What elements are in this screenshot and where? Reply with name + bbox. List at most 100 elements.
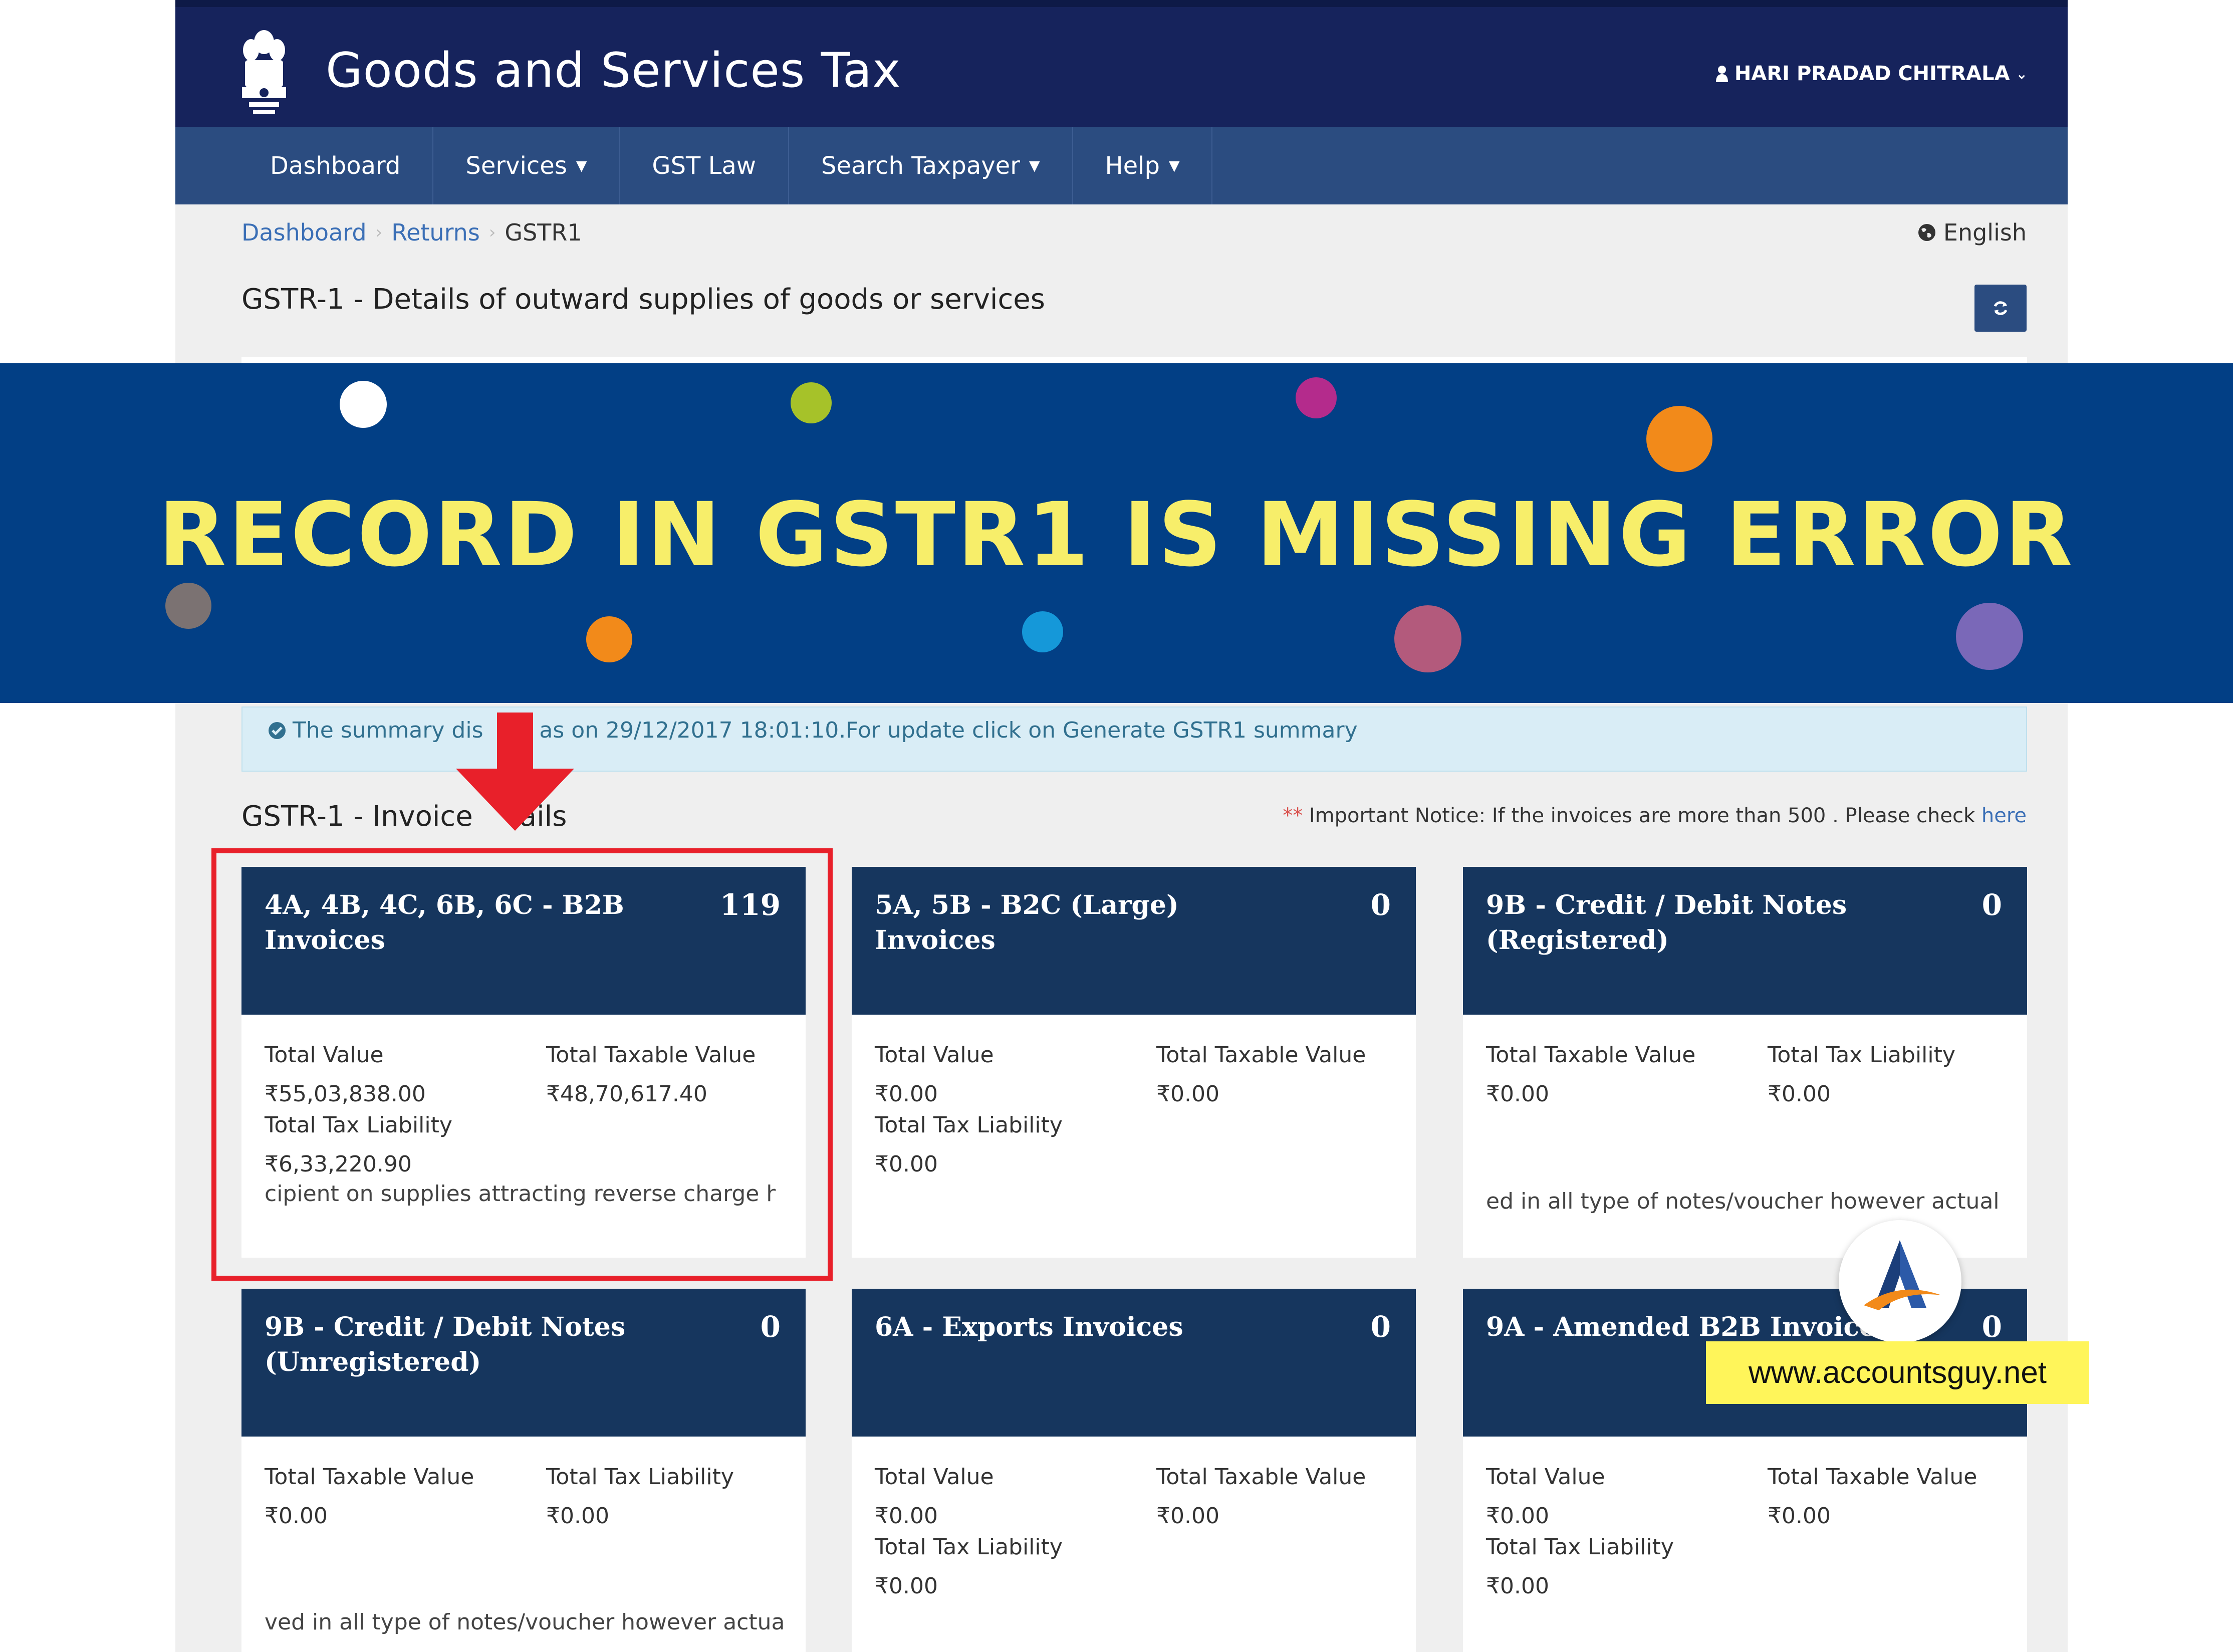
notice-here-link[interactable]: here bbox=[1981, 804, 2027, 827]
highlight-box bbox=[211, 848, 833, 1281]
card-exports-invoices[interactable]: 6A - Exports Invoices 0 Total Value Tota… bbox=[852, 1289, 1416, 1652]
card-label: Total Tax Liability bbox=[1486, 1534, 1674, 1560]
notice-stars: ** bbox=[1283, 804, 1303, 827]
card-credit-debit-registered[interactable]: 9B - Credit / Debit Notes (Registered) 0… bbox=[1463, 867, 2027, 1258]
nav-dashboard-label: Dashboard bbox=[270, 151, 401, 180]
card-title: 5A, 5B - B2C (Large) Invoices bbox=[875, 890, 1179, 956]
card-label: Total Taxable Value bbox=[265, 1464, 474, 1490]
nav-services[interactable]: Services ▼ bbox=[433, 127, 620, 204]
nav-search-taxpayer[interactable]: Search Taxpayer ▼ bbox=[789, 127, 1073, 204]
decorative-dot bbox=[1956, 603, 2023, 670]
card-count: 0 bbox=[1370, 1310, 1391, 1344]
decorative-dot bbox=[791, 382, 832, 423]
card-label: Total Tax Liability bbox=[546, 1464, 734, 1490]
card-label: Total Value bbox=[875, 1464, 994, 1490]
main-navigation: Dashboard Services ▼ GST Law Search Taxpa… bbox=[175, 127, 2068, 204]
card-value: ₹0.00 bbox=[1768, 1081, 1831, 1107]
card-header: 9B - Credit / Debit Notes (Unregistered)… bbox=[241, 1289, 806, 1437]
website-watermark: www.accountsguy.net bbox=[1706, 1341, 2089, 1404]
card-value: ₹0.00 bbox=[1156, 1503, 1219, 1529]
card-note: ed in all type of notes/voucher however … bbox=[1486, 1189, 2000, 1214]
card-label: Total Value bbox=[1486, 1464, 1605, 1490]
card-value: ₹0.00 bbox=[875, 1151, 938, 1177]
accountsguy-logo bbox=[1839, 1220, 1961, 1343]
important-notice: ** Important Notice: If the invoices are… bbox=[1283, 804, 2027, 827]
card-value: ₹0.00 bbox=[875, 1573, 938, 1599]
card-label: Total Tax Liability bbox=[875, 1112, 1063, 1138]
decorative-dot bbox=[1394, 605, 1461, 672]
card-label: Total Taxable Value bbox=[1768, 1464, 1977, 1490]
check-circle-icon bbox=[269, 722, 286, 739]
decorative-dot bbox=[1296, 377, 1337, 418]
card-count: 0 bbox=[760, 1310, 781, 1344]
portal-header: Goods and Services Tax HARI PRADAD CHITR… bbox=[175, 0, 2068, 127]
user-icon bbox=[1715, 66, 1728, 82]
card-count: 0 bbox=[1981, 888, 2002, 922]
banner-title: RECORD IN GSTR1 IS MISSING ERROR bbox=[158, 484, 2075, 586]
user-name: HARI PRADAD CHITRALA bbox=[1734, 62, 2010, 85]
refresh-icon bbox=[1994, 301, 2008, 315]
red-arrow-down-icon bbox=[456, 713, 574, 831]
globe-icon bbox=[1918, 224, 1935, 241]
card-label: Total Tax Liability bbox=[875, 1534, 1063, 1560]
portal-title: Goods and Services Tax bbox=[326, 43, 901, 98]
decorative-dot bbox=[165, 583, 211, 629]
accountsguy-logo-icon bbox=[1864, 1240, 1941, 1310]
card-title: 6A - Exports Invoices bbox=[875, 1312, 1183, 1342]
card-title: 9B - Credit / Debit Notes (Unregistered) bbox=[265, 1312, 626, 1377]
card-credit-debit-unregistered[interactable]: 9B - Credit / Debit Notes (Unregistered)… bbox=[241, 1289, 806, 1652]
decorative-dot bbox=[340, 381, 387, 428]
card-value: ₹0.00 bbox=[1486, 1573, 1549, 1599]
summary-info-text: The summary dis d as on 29/12/2017 18:01… bbox=[293, 718, 1358, 743]
notice-text: Important Notice: If the invoices are mo… bbox=[1309, 804, 1981, 827]
nav-gst-law-label: GST Law bbox=[652, 151, 757, 180]
decorative-dot bbox=[586, 616, 632, 662]
card-header: 9B - Credit / Debit Notes (Registered) 0 bbox=[1463, 867, 2027, 1015]
refresh-button[interactable] bbox=[1974, 285, 2027, 332]
decorative-dot bbox=[1646, 406, 1712, 472]
card-note: ved in all type of notes/voucher however… bbox=[265, 1609, 785, 1635]
national-emblem-icon bbox=[242, 30, 286, 114]
language-label: English bbox=[1943, 219, 2027, 246]
breadcrumb: Dashboard › Returns › GSTR1 bbox=[241, 219, 582, 246]
card-value: ₹0.00 bbox=[875, 1081, 938, 1107]
decorative-dot bbox=[1022, 611, 1063, 652]
nav-search-taxpayer-label: Search Taxpayer bbox=[821, 151, 1020, 180]
card-header: 5A, 5B - B2C (Large) Invoices 0 bbox=[852, 867, 1416, 1015]
card-value: ₹0.00 bbox=[1768, 1503, 1831, 1529]
caret-down-icon: ▼ bbox=[1029, 157, 1040, 174]
card-label: Total Tax Liability bbox=[1768, 1042, 1955, 1068]
card-label: Total Taxable Value bbox=[1486, 1042, 1696, 1068]
card-title: 9B - Credit / Debit Notes (Registered) bbox=[1486, 890, 1847, 956]
card-title: 9A - Amended B2B Invoices bbox=[1486, 1312, 1891, 1342]
card-value: ₹0.00 bbox=[1486, 1081, 1549, 1107]
chevron-right-icon: › bbox=[375, 222, 383, 243]
breadcrumb-dashboard[interactable]: Dashboard bbox=[241, 219, 367, 246]
page-title: GSTR-1 - Details of outward supplies of … bbox=[241, 283, 1045, 316]
card-label: Total Taxable Value bbox=[1156, 1464, 1366, 1490]
nav-gst-law[interactable]: GST Law bbox=[620, 127, 790, 204]
language-selector[interactable]: English bbox=[1917, 219, 2027, 246]
caret-down-icon: ▼ bbox=[576, 157, 587, 174]
nav-help-label: Help bbox=[1105, 151, 1160, 180]
card-value: ₹0.00 bbox=[265, 1503, 328, 1529]
nav-services-label: Services bbox=[465, 151, 567, 180]
caret-down-icon: ▼ bbox=[1168, 157, 1180, 174]
nav-dashboard[interactable]: Dashboard bbox=[238, 127, 434, 204]
card-value: ₹0.00 bbox=[875, 1503, 938, 1529]
nav-help[interactable]: Help ▼ bbox=[1073, 127, 1213, 204]
card-value: ₹0.00 bbox=[1156, 1081, 1219, 1107]
user-menu[interactable]: HARI PRADAD CHITRALA ⌄ bbox=[1715, 62, 2028, 85]
summary-info-text-wrap: The summary dis d as on 29/12/2017 18:01… bbox=[268, 718, 1358, 743]
card-count: 0 bbox=[1981, 1310, 2002, 1344]
error-title-banner: RECORD IN GSTR1 IS MISSING ERROR bbox=[0, 363, 2233, 703]
card-value: ₹0.00 bbox=[546, 1503, 609, 1529]
chevron-down-icon: ⌄ bbox=[2016, 65, 2028, 82]
card-header: 6A - Exports Invoices 0 bbox=[852, 1289, 1416, 1437]
breadcrumb-returns[interactable]: Returns bbox=[391, 219, 480, 246]
breadcrumb-gstr1: GSTR1 bbox=[505, 219, 582, 246]
card-count: 0 bbox=[1370, 888, 1391, 922]
chevron-right-icon: › bbox=[488, 222, 496, 243]
card-label: Total Taxable Value bbox=[1156, 1042, 1366, 1068]
card-b2c-large-invoices[interactable]: 5A, 5B - B2C (Large) Invoices 0 Total Va… bbox=[852, 867, 1416, 1258]
